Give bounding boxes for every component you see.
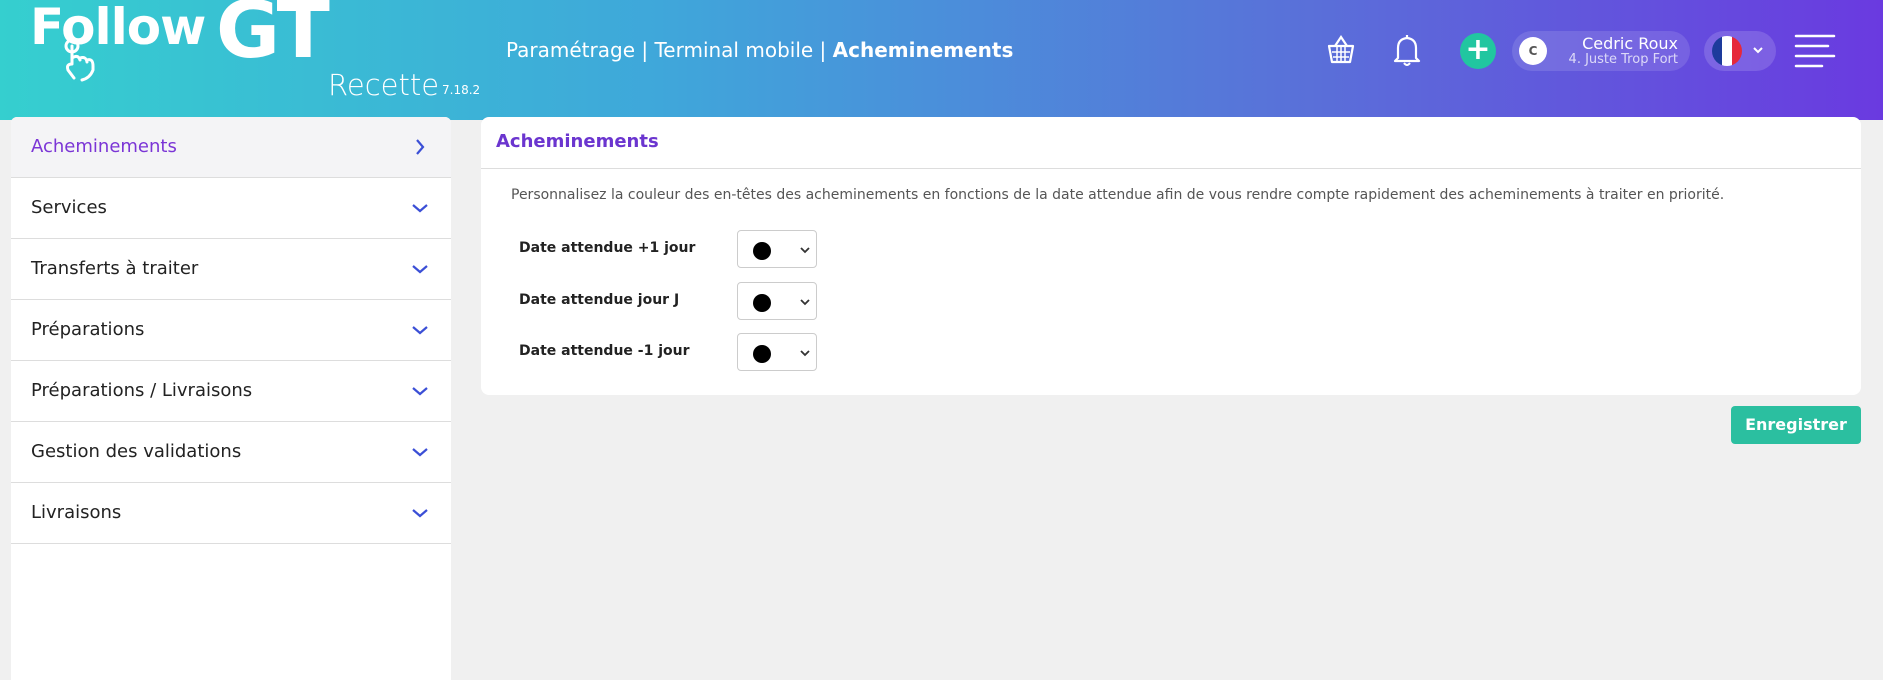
basket-icon[interactable]: [1326, 32, 1356, 68]
color-select-plus-1[interactable]: [737, 230, 817, 268]
sidebar-item-livraisons[interactable]: Livraisons: [11, 483, 451, 544]
chevron-down-icon: [412, 265, 428, 274]
user-name: Cedric Roux: [1582, 34, 1678, 53]
sidebar-item-label: Gestion des validations: [31, 441, 242, 462]
environment-label: Recette: [328, 68, 440, 102]
sidebar-item-preparations[interactable]: Préparations: [11, 300, 451, 361]
logo-brand: GT: [216, 0, 330, 76]
color-swatch: [753, 345, 771, 363]
sidebar-item-label: Acheminements: [31, 136, 177, 157]
sidebar-item-gestion-validations[interactable]: Gestion des validations: [11, 422, 451, 483]
chevron-down-icon: [412, 448, 428, 457]
chevron-down-icon: [412, 509, 428, 518]
hamburger-menu-icon[interactable]: [1794, 33, 1836, 69]
language-selector[interactable]: [1704, 31, 1776, 71]
field-label: Date attendue -1 jour: [519, 343, 690, 359]
breadcrumb-current: Acheminements: [832, 38, 1014, 62]
app-logo[interactable]: Follow GT Recette 7.18.2: [30, 0, 490, 106]
field-row: Date attendue +1 jour: [519, 230, 919, 268]
breadcrumb-separator: |: [635, 38, 655, 62]
chevron-down-icon: [800, 247, 810, 254]
color-select-jour-j[interactable]: [737, 282, 817, 320]
add-button[interactable]: +: [1460, 33, 1496, 69]
color-select-minus-1[interactable]: [737, 333, 817, 371]
chevron-down-icon: [412, 326, 428, 335]
sidebar-item-label: Livraisons: [31, 502, 122, 523]
sidebar-item-label: Services: [31, 197, 107, 218]
logo-word: Follow: [30, 0, 206, 56]
sidebar-item-preparations-livraisons[interactable]: Préparations / Livraisons: [11, 361, 451, 422]
sidebar-item-label: Transferts à traiter: [31, 258, 199, 279]
sidebar-item-services[interactable]: Services: [11, 178, 451, 239]
sidebar-item-acheminements[interactable]: Acheminements: [11, 117, 451, 178]
settings-card: Acheminements Personnalisez la couleur d…: [481, 117, 1861, 395]
chevron-down-icon: [800, 299, 810, 306]
user-profile[interactable]: C Cedric Roux 4. Juste Trop Fort: [1512, 31, 1690, 71]
breadcrumb-separator: |: [813, 38, 833, 62]
field-row: Date attendue jour J: [519, 282, 919, 320]
user-role: 4. Juste Trop Fort: [1568, 52, 1678, 67]
field-row: Date attendue -1 jour: [519, 333, 919, 371]
sidebar: Acheminements Services Transferts à trai…: [11, 117, 451, 680]
sidebar-item-label: Préparations: [31, 319, 145, 340]
chevron-down-icon: [412, 204, 428, 213]
top-header: Follow GT Recette 7.18.2 Paramétrage | T…: [0, 0, 1883, 120]
card-description: Personnalisez la couleur des en-têtes de…: [511, 187, 1725, 203]
breadcrumb-item-parametrage[interactable]: Paramétrage: [506, 38, 635, 62]
sidebar-item-transferts[interactable]: Transferts à traiter: [11, 239, 451, 300]
bell-icon[interactable]: [1392, 32, 1422, 68]
sidebar-item-label: Préparations / Livraisons: [31, 380, 253, 401]
save-button[interactable]: Enregistrer: [1731, 406, 1861, 444]
chevron-down-icon: [1753, 47, 1763, 54]
plus-icon: +: [1465, 32, 1491, 67]
breadcrumb-item-terminal-mobile[interactable]: Terminal mobile: [654, 38, 813, 62]
french-flag-icon: [1712, 36, 1742, 66]
version-label: 7.18.2: [442, 83, 481, 97]
color-swatch: [753, 242, 771, 260]
chevron-down-icon: [412, 387, 428, 396]
chevron-down-icon: [800, 350, 810, 357]
breadcrumb: Paramétrage | Terminal mobile | Achemine…: [506, 38, 1013, 62]
card-title: Acheminements: [481, 117, 1861, 169]
color-swatch: [753, 294, 771, 312]
field-label: Date attendue +1 jour: [519, 240, 696, 256]
chevron-right-icon: [416, 139, 425, 155]
pointing-hand-icon: [64, 38, 95, 82]
field-label: Date attendue jour J: [519, 292, 680, 308]
